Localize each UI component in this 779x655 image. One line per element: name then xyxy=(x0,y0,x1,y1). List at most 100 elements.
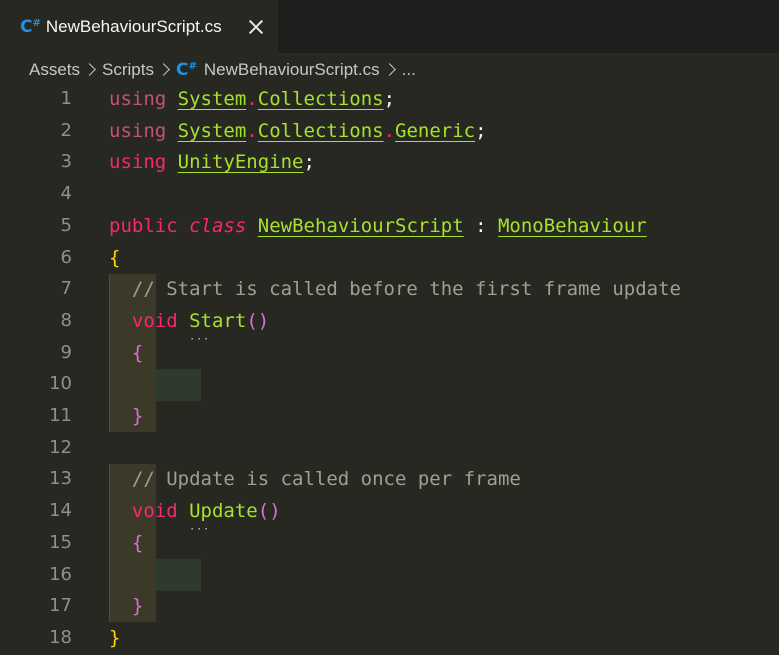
line-number: 3 xyxy=(60,151,72,173)
code-token: { xyxy=(109,246,121,269)
breadcrumb-assets[interactable]: Assets xyxy=(29,60,80,80)
code-line[interactable]: 14 void Update() xyxy=(0,495,779,527)
line-number: 11 xyxy=(49,405,72,426)
line-number: 13 xyxy=(49,468,72,490)
code-token: public xyxy=(109,214,178,237)
code-token: () xyxy=(257,500,281,523)
code-line[interactable]: 17 } xyxy=(0,590,779,622)
code-line[interactable]: 10 xyxy=(0,368,779,400)
chevron-right-icon xyxy=(83,63,96,76)
code-line[interactable]: 18} xyxy=(0,622,779,654)
code-token: ; xyxy=(383,88,396,110)
code-token: } xyxy=(131,595,144,618)
line-number: 8 xyxy=(60,309,72,331)
code-token: . xyxy=(246,88,258,110)
code-line[interactable]: 15 { xyxy=(0,527,779,559)
code-line[interactable]: 7 // Start is called before the first fr… xyxy=(0,273,779,305)
code-token: MonoBehaviour xyxy=(497,214,647,237)
code-line[interactable]: 1 using System.Collections; xyxy=(0,83,779,115)
code-token: Collections xyxy=(257,88,384,110)
tab-title: NewBehaviourScript.cs xyxy=(45,16,222,36)
code-token: void xyxy=(131,500,178,523)
code-text: } xyxy=(109,622,120,654)
code-token: NewBehaviourScript xyxy=(257,214,464,237)
code-token: . xyxy=(383,119,396,142)
code-line[interactable]: 9 { xyxy=(0,337,779,369)
code-text: { xyxy=(109,527,143,559)
code-text: { xyxy=(109,242,120,274)
code-line[interactable]: 2 using System.Collections.Generic; xyxy=(0,115,779,147)
code-text: } xyxy=(109,590,143,622)
code-text: public class NewBehaviourScript : MonoBe… xyxy=(109,210,647,242)
line-number: 6 xyxy=(60,246,72,268)
code-token: void xyxy=(131,309,178,332)
code-line[interactable]: 8 void Start() xyxy=(0,305,779,337)
breadcrumb-file[interactable]: NewBehaviourScript.cs xyxy=(204,60,380,80)
line-number: 1 xyxy=(60,88,72,109)
chevron-right-icon xyxy=(157,63,170,76)
breadcrumb: Assets Scripts C # NewBehaviourScript.cs … xyxy=(0,53,779,86)
code-token: ; xyxy=(475,119,487,142)
code-token: System xyxy=(177,88,247,110)
line-number: 18 xyxy=(49,626,72,648)
code-token: : xyxy=(463,214,498,237)
code-text: void Update() xyxy=(109,495,281,527)
code-line[interactable]: 5 public class NewBehaviourScript : MonoB… xyxy=(0,210,779,242)
code-line[interactable]: 4 xyxy=(0,178,779,210)
line-number: 15 xyxy=(49,531,72,553)
breadcrumb-symbols[interactable]: ... xyxy=(402,60,416,80)
code-line[interactable]: 11 } xyxy=(0,400,779,432)
code-token: ; xyxy=(303,151,315,174)
code-token: System xyxy=(177,119,247,142)
code-text: // Start is called before the first fram… xyxy=(109,273,681,305)
csharp-file-icon: C # xyxy=(20,16,41,37)
code-token: using xyxy=(109,88,167,110)
code-line[interactable]: 3 using UnityEngine; xyxy=(0,146,779,178)
line-number: 14 xyxy=(49,500,72,522)
breadcrumb-scripts[interactable]: Scripts xyxy=(102,60,154,80)
line-number: 2 xyxy=(60,119,72,141)
code-token: Generic xyxy=(395,119,476,142)
code-token: () xyxy=(246,309,270,332)
code-text: using UnityEngine; xyxy=(109,146,315,178)
code-text: void Start() xyxy=(109,305,269,337)
line-number: 9 xyxy=(60,341,72,363)
code-token: // Start is called before the first fram… xyxy=(131,278,681,301)
code-token: class xyxy=(189,214,247,237)
code-text: // Update is called once per frame xyxy=(109,463,521,495)
code-text: { xyxy=(109,337,143,369)
code-line[interactable]: 12 xyxy=(0,432,779,464)
code-token: . xyxy=(246,119,258,142)
code-line[interactable]: 6{ xyxy=(0,242,779,274)
code-line[interactable]: 13 // Update is called once per frame xyxy=(0,463,779,495)
code-token: } xyxy=(131,405,144,427)
line-number: 7 xyxy=(60,278,72,300)
code-text: } xyxy=(109,400,143,432)
tab-bar: C # NewBehaviourScript.cs xyxy=(0,0,779,53)
code-token: // Update is called once per frame xyxy=(131,468,521,491)
code-line[interactable]: 16 xyxy=(0,559,779,591)
line-number: 17 xyxy=(49,595,72,617)
code-text: using System.Collections; xyxy=(109,83,395,115)
code-text: using System.Collections.Generic; xyxy=(109,115,487,147)
code-editor[interactable]: 1 using System.Collections; 2 using System.… xyxy=(0,86,779,655)
code-token: UnityEngine xyxy=(177,151,304,174)
code-token: Update xyxy=(189,500,258,522)
editor-tab[interactable]: C # NewBehaviourScript.cs xyxy=(0,0,278,53)
chevron-right-icon xyxy=(382,63,396,76)
close-icon[interactable] xyxy=(248,19,264,35)
